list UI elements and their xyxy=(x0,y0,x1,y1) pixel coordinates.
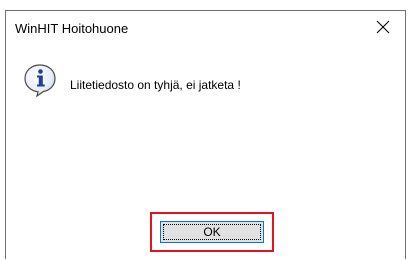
message-text: Liitetiedosto on tyhjä, ei jatketa ! xyxy=(70,78,241,92)
title-bar: WinHIT Hoitohuone xyxy=(6,11,405,45)
close-button[interactable] xyxy=(363,12,403,42)
message-dialog: WinHIT Hoitohuone Liitetiedosto on tyhjä… xyxy=(5,10,406,260)
ok-button-highlight: OK xyxy=(150,212,274,252)
close-icon xyxy=(376,20,390,34)
ok-button[interactable]: OK xyxy=(160,221,264,243)
dialog-content: Liitetiedosto on tyhjä, ei jatketa ! OK xyxy=(6,45,405,260)
ok-button-label: OK xyxy=(203,225,221,239)
info-icon xyxy=(24,64,56,97)
window-title: WinHIT Hoitohuone xyxy=(15,21,129,36)
